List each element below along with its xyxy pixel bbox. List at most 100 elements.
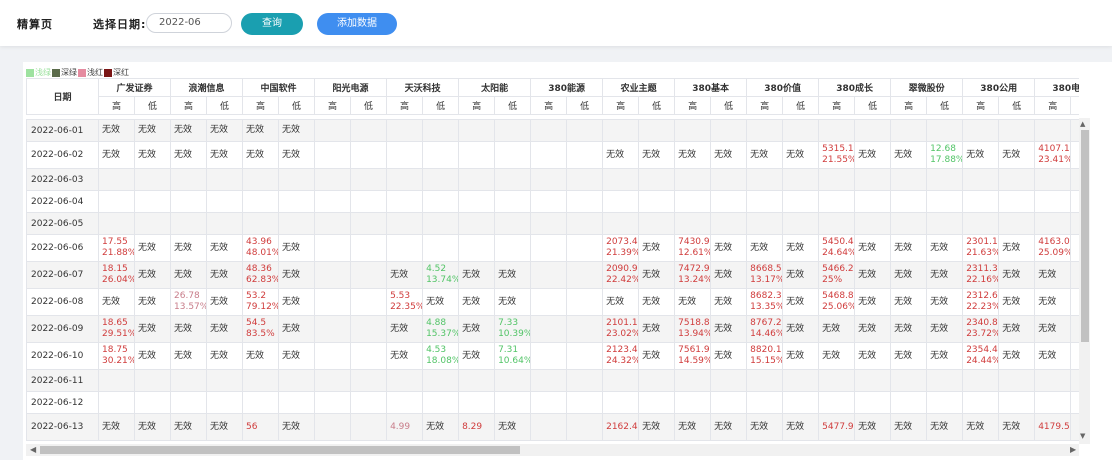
low-subheader: 低 — [710, 96, 748, 115]
table-cell: 18.75 30.21% — [98, 342, 135, 370]
table-cell: 5315.1721.55% — [818, 141, 856, 169]
color-legend: 浅绿 深绿 浅红 深红 — [26, 68, 130, 78]
table-cell: 2123.4424.32% — [602, 342, 640, 370]
table-cell — [530, 413, 568, 441]
table-cell — [458, 212, 496, 235]
page-title: 精算页 — [17, 18, 53, 31]
table-cell — [890, 391, 928, 414]
table-cell — [98, 190, 135, 213]
actuarial-table: 日期 广发证券 浪潮信息 中国软件 阳光电源 天沃科技 太阳能 380能源 农业主题 380基本 3… — [26, 78, 1079, 441]
table-cell: 无效 — [1034, 288, 1072, 316]
table-cell: 4107.1723.41% — [1034, 141, 1072, 169]
table-row: 2022-06-13 无效 无效 无效 无效 56 无效 4.99 无效 8.29 无效 2162.4… — [26, 413, 1079, 441]
table-cell — [566, 234, 604, 262]
table-cell — [1070, 168, 1079, 191]
table-cell: 无效 — [422, 413, 460, 441]
table-cell — [386, 168, 424, 191]
stock-column-header: 380成长 — [818, 78, 892, 97]
table-cell — [998, 391, 1036, 414]
table-cell — [386, 119, 424, 142]
table-cell: 无效 — [782, 261, 820, 289]
table-cell: 无效 — [890, 261, 928, 289]
table-cell — [854, 212, 892, 235]
scroll-left-icon[interactable]: ◀ — [30, 445, 36, 454]
table-cell — [566, 413, 604, 441]
table-cell — [746, 212, 784, 235]
table-cell: 无效 — [818, 315, 856, 343]
table-cell — [494, 190, 532, 213]
table-cell — [206, 391, 244, 414]
table-cell: 无效 — [782, 141, 820, 169]
table-cell: 无效 — [278, 342, 316, 370]
table-cell: 5466.2 25% — [818, 261, 856, 289]
scroll-up-icon[interactable]: ▲ — [1080, 120, 1085, 128]
table-cell: 无效 — [926, 288, 964, 316]
table-cell: 无效 — [638, 261, 676, 289]
table-cell: 无效 — [782, 342, 820, 370]
table-cell — [530, 168, 568, 191]
table-cell — [962, 391, 1000, 414]
add-data-button[interactable]: 添加数据 — [317, 13, 397, 35]
table-cell — [350, 288, 388, 316]
table-cell — [386, 391, 424, 414]
table-cell: 无效 — [638, 288, 676, 316]
table-cell: 无效 — [818, 342, 856, 370]
table-cell: 无效 — [278, 413, 316, 441]
table-cell — [530, 342, 568, 370]
top-toolbar: 精算页 选择日期: 2022-06 查询 添加数据 — [0, 0, 1112, 46]
table-cell — [926, 391, 964, 414]
table-cell: 8767.2914.46% — [746, 315, 784, 343]
table-cell: 无效 — [890, 141, 928, 169]
legend-label: 深绿 — [61, 68, 77, 77]
legend-item: 深红 — [104, 68, 129, 78]
table-cell — [818, 190, 856, 213]
table-cell — [278, 369, 316, 392]
table-cell — [422, 168, 460, 191]
table-cell: 无效 — [133, 413, 172, 441]
table-cell — [278, 391, 316, 414]
table-cell: 无效 — [710, 288, 748, 316]
horizontal-scrollbar-thumb[interactable] — [40, 446, 520, 454]
horizontal-scrollbar[interactable]: ◀ ▶ — [26, 444, 1079, 456]
legend-label: 深红 — [113, 68, 129, 77]
table-cell — [206, 190, 244, 213]
table-cell — [1070, 342, 1079, 370]
table-cell — [494, 391, 532, 414]
legend-label: 浅红 — [87, 68, 103, 77]
table-cell — [1034, 119, 1072, 142]
scroll-down-icon[interactable]: ▼ — [1080, 432, 1085, 440]
date-picker-input[interactable]: 2022-06 — [146, 13, 232, 33]
table-row: 2022-06-07 18.15 26.04% 无效 无效 无效 48.36 62.83% 无效… — [26, 261, 1079, 289]
query-button[interactable]: 查询 — [241, 13, 303, 35]
table-cell — [566, 141, 604, 169]
table-cell: 无效 — [854, 234, 892, 262]
table-cell — [1070, 413, 1079, 441]
table-cell: 无效 — [710, 261, 748, 289]
table-cell: 无效 — [278, 141, 316, 169]
legend-swatch — [78, 69, 86, 77]
table-cell — [638, 212, 676, 235]
table-cell: 2101.1223.02% — [602, 315, 640, 343]
table-cell: 无效 — [206, 342, 244, 370]
table-cell: 无效 — [638, 315, 676, 343]
table-cell: 5.53 22.35% — [386, 288, 424, 316]
table-cell — [530, 288, 568, 316]
row-date: 2022-06-05 — [26, 212, 99, 235]
table-cell — [566, 369, 604, 392]
row-date: 2022-06-12 — [26, 391, 99, 414]
table-cell — [746, 391, 784, 414]
table-cell — [854, 190, 892, 213]
vertical-scrollbar-thumb[interactable] — [1081, 130, 1089, 342]
table-cell: 无效 — [170, 261, 208, 289]
table-cell: 无效 — [133, 315, 172, 343]
table-cell: 无效 — [890, 288, 928, 316]
table-cell: 4.52 13.74% — [422, 261, 460, 289]
table-cell — [242, 190, 280, 213]
stock-column-header: 380价值 — [746, 78, 820, 97]
row-date: 2022-06-07 — [26, 261, 99, 289]
scroll-right-icon[interactable]: ▶ — [1070, 445, 1076, 454]
high-subheader: 高 — [530, 96, 568, 115]
vertical-scrollbar[interactable] — [1079, 118, 1090, 444]
table-cell — [206, 168, 244, 191]
table-cell: 无效 — [926, 315, 964, 343]
